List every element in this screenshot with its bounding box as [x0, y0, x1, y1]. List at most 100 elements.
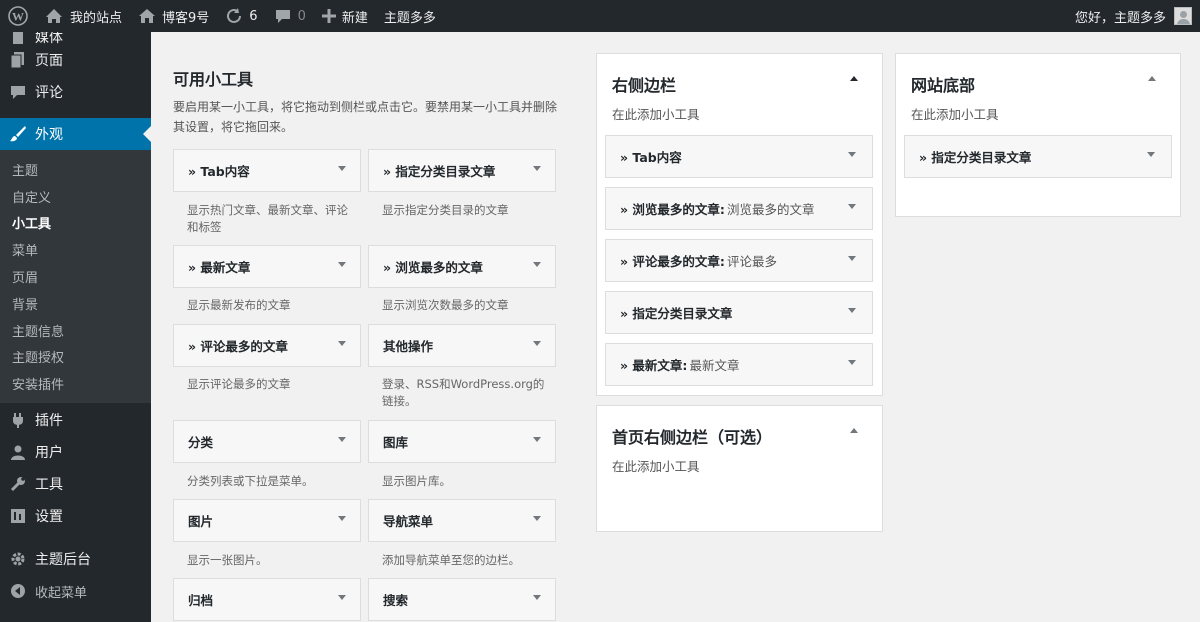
sidebar-home-right: 首页右侧边栏（可选） 在此添加小工具: [596, 405, 883, 532]
my-sites-menu[interactable]: 我的站点: [36, 0, 130, 32]
widget-description: 显示最新发布的文章: [187, 298, 291, 312]
dropdown-arrow-icon: [338, 262, 346, 267]
my-sites-label: 我的站点: [70, 10, 123, 26]
widget-search[interactable]: 搜索: [368, 578, 556, 621]
dropdown-arrow-icon: [533, 595, 541, 600]
new-content-label: 新建: [341, 10, 368, 26]
site-name-menu[interactable]: 博客9号: [130, 0, 217, 32]
sidebar-widget[interactable]: » 指定分类目录文章: [904, 135, 1172, 178]
widget-description: 显示一张图片。: [187, 553, 268, 567]
widget-tab-content[interactable]: » Tab内容: [173, 149, 361, 192]
widget-recent-posts[interactable]: » 最新文章: [173, 245, 361, 288]
svg-text:W: W: [12, 10, 24, 24]
comments-icon: [9, 83, 27, 101]
widget-title: » 评论最多的文章:: [620, 254, 725, 269]
collapse-arrow-icon[interactable]: [850, 428, 858, 433]
widget-title: 其他操作: [383, 339, 434, 354]
collapse-arrow-icon[interactable]: [1148, 76, 1156, 81]
widget-title: » 指定分类目录文章: [620, 306, 733, 321]
sidebar-widget[interactable]: » Tab内容: [605, 135, 873, 178]
submenu-install-plugins[interactable]: 安装插件: [0, 370, 151, 397]
collapse-menu-button[interactable]: 收起菜单: [0, 575, 151, 607]
theme-menu[interactable]: 主题多多: [376, 0, 444, 32]
menu-comments[interactable]: 评论: [0, 76, 151, 108]
widget-title: » 指定分类目录文章: [919, 150, 1032, 165]
menu-users[interactable]: 用户: [0, 436, 151, 468]
dropdown-arrow-icon: [1147, 152, 1155, 157]
sidebar-widget[interactable]: » 最新文章: 最新文章: [605, 343, 873, 386]
submenu-themes[interactable]: 主题: [0, 156, 151, 183]
my-account-menu[interactable]: 您好，主题多多: [1075, 0, 1200, 32]
menu-settings[interactable]: 设置: [0, 500, 151, 532]
submenu-menus[interactable]: 菜单: [0, 236, 151, 263]
widget-title: 分类: [188, 435, 214, 450]
widget-title: » 最新文章:: [620, 358, 688, 373]
widget-archives[interactable]: 归档: [173, 578, 361, 621]
dropdown-arrow-icon: [848, 308, 856, 313]
sidebar-footer-description: 在此添加小工具: [911, 107, 999, 122]
widget-title: 图库: [383, 435, 409, 450]
menu-tools[interactable]: 工具: [0, 468, 151, 500]
menu-theme-admin-label: 主题后台: [35, 552, 91, 569]
widget-gallery[interactable]: 图库: [368, 420, 556, 463]
submenu-background[interactable]: 背景: [0, 290, 151, 317]
dropdown-arrow-icon: [848, 204, 856, 209]
menu-pages[interactable]: 页面: [0, 44, 151, 76]
sidebar-right-description: 在此添加小工具: [612, 107, 700, 122]
widget-nav-menu[interactable]: 导航菜单: [368, 499, 556, 542]
site-name-label: 博客9号: [162, 10, 210, 26]
home-icon: [138, 7, 156, 25]
available-widgets-title: 可用小工具: [173, 70, 254, 89]
submenu-theme-info[interactable]: 主题信息: [0, 317, 151, 344]
new-content-menu[interactable]: 新建: [314, 0, 376, 32]
widget-description: 显示指定分类目录的文章: [382, 203, 509, 217]
submenu-widgets[interactable]: 小工具: [0, 210, 151, 237]
dropdown-arrow-icon: [533, 516, 541, 521]
menu-appearance-label: 外观: [35, 127, 63, 143]
widget-title: » 评论最多的文章: [188, 339, 288, 354]
submenu-customize[interactable]: 自定义: [0, 183, 151, 210]
menu-plugins[interactable]: 插件: [0, 404, 151, 436]
menu-theme-admin[interactable]: 主题后台: [0, 543, 151, 575]
submenu-header[interactable]: 页眉: [0, 263, 151, 290]
admin-menu: 媒体 页面 评论 外观 主题 自定义 小工具 菜单 页眉 背景 主题信息 主题授…: [0, 32, 151, 622]
widget-title: 图片: [188, 514, 214, 529]
wordpress-icon[interactable]: W: [0, 0, 36, 32]
sidebar-widget[interactable]: » 指定分类目录文章: [605, 291, 873, 334]
widget-meta[interactable]: 其他操作: [368, 324, 556, 367]
widget-title: » Tab内容: [620, 150, 682, 165]
widget-image[interactable]: 图片: [173, 499, 361, 542]
widget-description: 显示评论最多的文章: [187, 377, 291, 391]
sidebar-footer: 网站底部 在此添加小工具 » 指定分类目录文章: [895, 53, 1181, 217]
widget-subtitle: 最新文章: [689, 358, 740, 373]
sidebar-widget[interactable]: » 浏览最多的文章: 浏览最多的文章: [605, 187, 873, 230]
dropdown-arrow-icon: [533, 262, 541, 267]
sidebar-home-description: 在此添加小工具: [612, 459, 700, 474]
widget-title: 导航菜单: [383, 514, 434, 529]
wrench-icon: [9, 475, 27, 493]
widget-categories[interactable]: 分类: [173, 420, 361, 463]
comments-menu[interactable]: 0: [266, 0, 314, 32]
widget-description: 添加导航菜单至您的边栏。: [382, 553, 520, 567]
updates-count: 6: [249, 8, 258, 24]
widget-description: 显示图片库。: [382, 474, 451, 488]
widget-subtitle: 浏览最多的文章: [726, 202, 815, 217]
menu-pages-label: 页面: [35, 53, 63, 69]
my-sites-icon: [44, 7, 64, 25]
widget-most-viewed[interactable]: » 浏览最多的文章: [368, 245, 556, 288]
paintbrush-icon: [9, 125, 27, 143]
theme-menu-label: 主题多多: [383, 10, 436, 26]
appearance-submenu: 主题 自定义 小工具 菜单 页眉 背景 主题信息 主题授权 安装插件: [0, 150, 151, 404]
menu-appearance[interactable]: 外观: [0, 118, 151, 150]
submenu-theme-license[interactable]: 主题授权: [0, 344, 151, 371]
collapse-arrow-icon[interactable]: [850, 76, 858, 81]
widget-category-posts[interactable]: » 指定分类目录文章: [368, 149, 556, 192]
updates-menu[interactable]: 6: [217, 0, 265, 32]
sidebar-widget[interactable]: » 评论最多的文章: 评论最多: [605, 239, 873, 282]
dropdown-arrow-icon: [848, 256, 856, 261]
dropdown-arrow-icon: [533, 166, 541, 171]
widget-subtitle: 评论最多: [726, 254, 777, 269]
menu-plugins-label: 插件: [35, 413, 63, 430]
widget-most-commented[interactable]: » 评论最多的文章: [173, 324, 361, 367]
widget-description: 显示热门文章、最新文章、评论和标签: [187, 203, 348, 234]
